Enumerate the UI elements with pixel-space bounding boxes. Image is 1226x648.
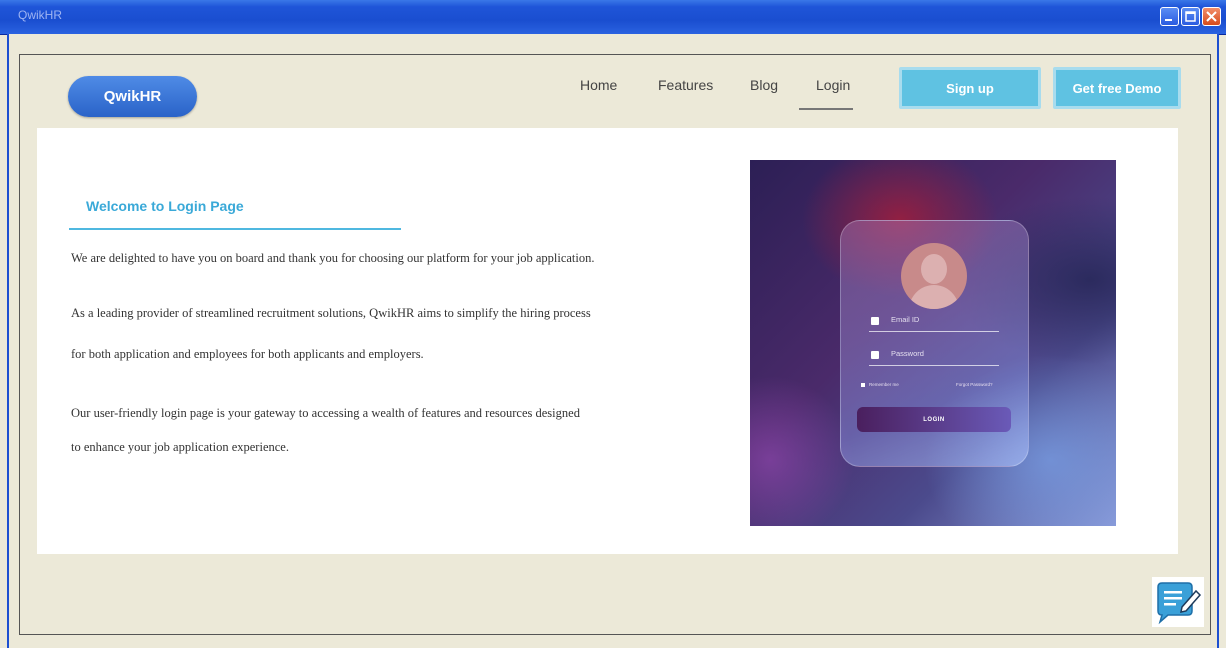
login-illustration: Email ID Password Remember me Forgot Pas… (750, 160, 1116, 526)
window-title: QwikHR (18, 8, 62, 22)
close-button[interactable] (1202, 7, 1221, 26)
nav-features[interactable]: Features (658, 77, 713, 93)
password-field-graphic: Password (869, 349, 999, 366)
password-placeholder: Password (891, 349, 924, 358)
nav-login[interactable]: Login (816, 77, 850, 93)
remember-me-graphic: Remember me (861, 382, 899, 387)
chat-edit-icon (1157, 582, 1202, 625)
email-placeholder: Email ID (891, 315, 920, 324)
email-icon (871, 317, 879, 325)
mission-paragraph-line-2: for both application and employees for b… (71, 347, 424, 361)
minimize-button[interactable] (1160, 7, 1179, 26)
minimize-icon (1165, 19, 1172, 21)
forgot-password-graphic: Forgot Password? (956, 382, 993, 387)
user-avatar-icon (901, 243, 967, 309)
nav-blog[interactable]: Blog (750, 77, 778, 93)
email-field-graphic: Email ID (869, 315, 999, 332)
maximize-button[interactable] (1181, 7, 1200, 26)
nav-home[interactable]: Home (580, 77, 617, 93)
login-card-graphic: Email ID Password Remember me Forgot Pas… (840, 220, 1029, 467)
logo-button[interactable]: QwikHR (68, 76, 197, 117)
get-demo-button[interactable]: Get free Demo (1053, 67, 1181, 109)
page-heading: Welcome to Login Page (86, 198, 244, 214)
lock-icon (871, 351, 879, 359)
chat-widget-button[interactable] (1152, 577, 1204, 627)
heading-underline (69, 228, 401, 230)
checkbox-icon (861, 382, 865, 387)
login-info-line-1: Our user-friendly login page is your gat… (71, 406, 580, 420)
remember-label: Remember me (869, 382, 899, 387)
close-icon (1206, 11, 1217, 22)
mission-paragraph-line-1: As a leading provider of streamlined rec… (71, 306, 591, 320)
title-bar: QwikHR (0, 0, 1226, 35)
active-nav-indicator (799, 108, 853, 110)
login-button-graphic: LOGIN (857, 407, 1011, 432)
maximize-icon (1185, 11, 1196, 22)
intro-paragraph: We are delighted to have you on board an… (71, 251, 595, 265)
signup-button[interactable]: Sign up (899, 67, 1041, 109)
login-info-line-2: to enhance your job application experien… (71, 440, 289, 454)
